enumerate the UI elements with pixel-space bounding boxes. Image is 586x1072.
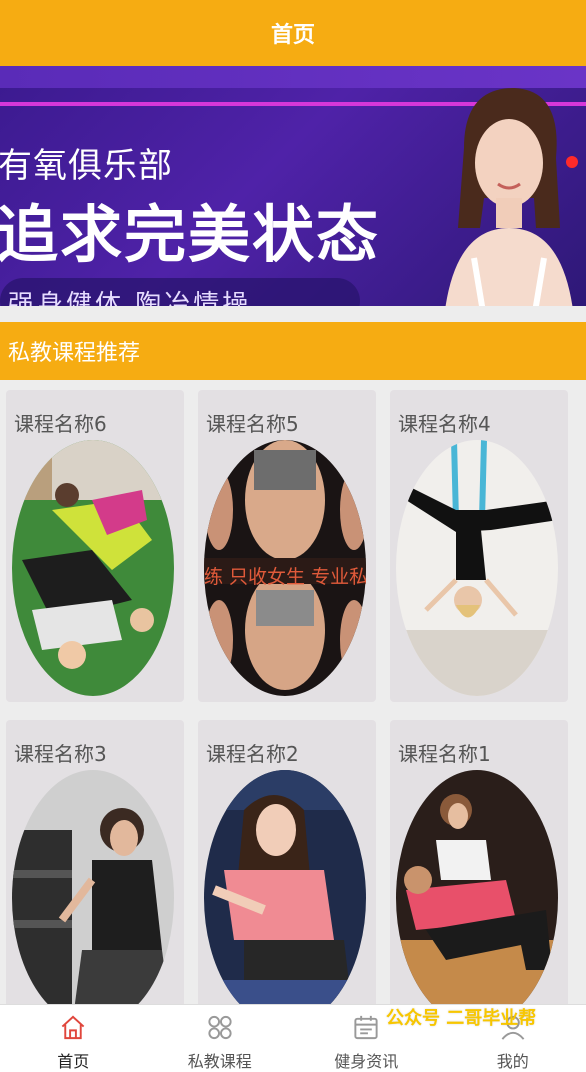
course-image <box>396 440 558 696</box>
course-name: 课程名称6 <box>14 412 107 436</box>
tab-home[interactable]: 首页 <box>0 1005 147 1072</box>
course-card[interactable]: 课程名称1 <box>390 720 568 1032</box>
tab-label: 私教课程 <box>187 1052 252 1071</box>
course-name: 课程名称1 <box>398 742 491 766</box>
course-name: 课程名称3 <box>14 742 107 766</box>
calendar-icon <box>354 1015 378 1040</box>
course-name: 课程名称4 <box>398 412 491 436</box>
course-card[interactable]: 课程名称6 <box>6 390 184 702</box>
course-card[interactable]: 课程名称3 <box>6 720 184 1032</box>
banner-subtitle: 有氧俱乐部 <box>0 146 173 186</box>
section-header: 私教课程推荐 <box>0 322 586 380</box>
page-title: 首页 <box>270 23 315 48</box>
grid-icon <box>208 1015 232 1040</box>
course-name: 课程名称5 <box>206 412 299 436</box>
watermark-text: 公众号 二哥毕业帮 <box>386 1008 537 1029</box>
tab-label: 健身资讯 <box>334 1052 399 1071</box>
course-image <box>396 770 558 1026</box>
tab-label: 我的 <box>496 1052 529 1071</box>
course-card[interactable]: 课程名称5 练 只收女生 专业私教 <box>198 390 376 702</box>
banner-headline: 追求完美状态 <box>0 198 381 271</box>
course-name: 课程名称2 <box>206 742 299 766</box>
promo-banner[interactable]: 有氧俱乐部 追求完美状态 强身健体 陶冶情操 <box>0 66 586 306</box>
course-card[interactable]: 课程名称4 <box>390 390 568 702</box>
section-title: 私教课程推荐 <box>8 341 141 366</box>
home-icon <box>61 1015 85 1040</box>
tab-label: 首页 <box>57 1052 90 1071</box>
course-image <box>12 770 174 1026</box>
top-header: 首页 <box>0 0 586 66</box>
banner-tagline: 强身健体 陶冶情操 <box>8 290 252 306</box>
course-card[interactable]: 课程名称2 <box>198 720 376 1032</box>
course-image-caption: 练 只收女生 专业私教 <box>204 566 366 588</box>
banner-model-image <box>445 88 573 306</box>
tab-private-courses[interactable]: 私教课程 <box>147 1005 294 1072</box>
course-image <box>204 770 366 1026</box>
carousel-indicator[interactable] <box>566 156 578 168</box>
course-image <box>12 440 174 696</box>
